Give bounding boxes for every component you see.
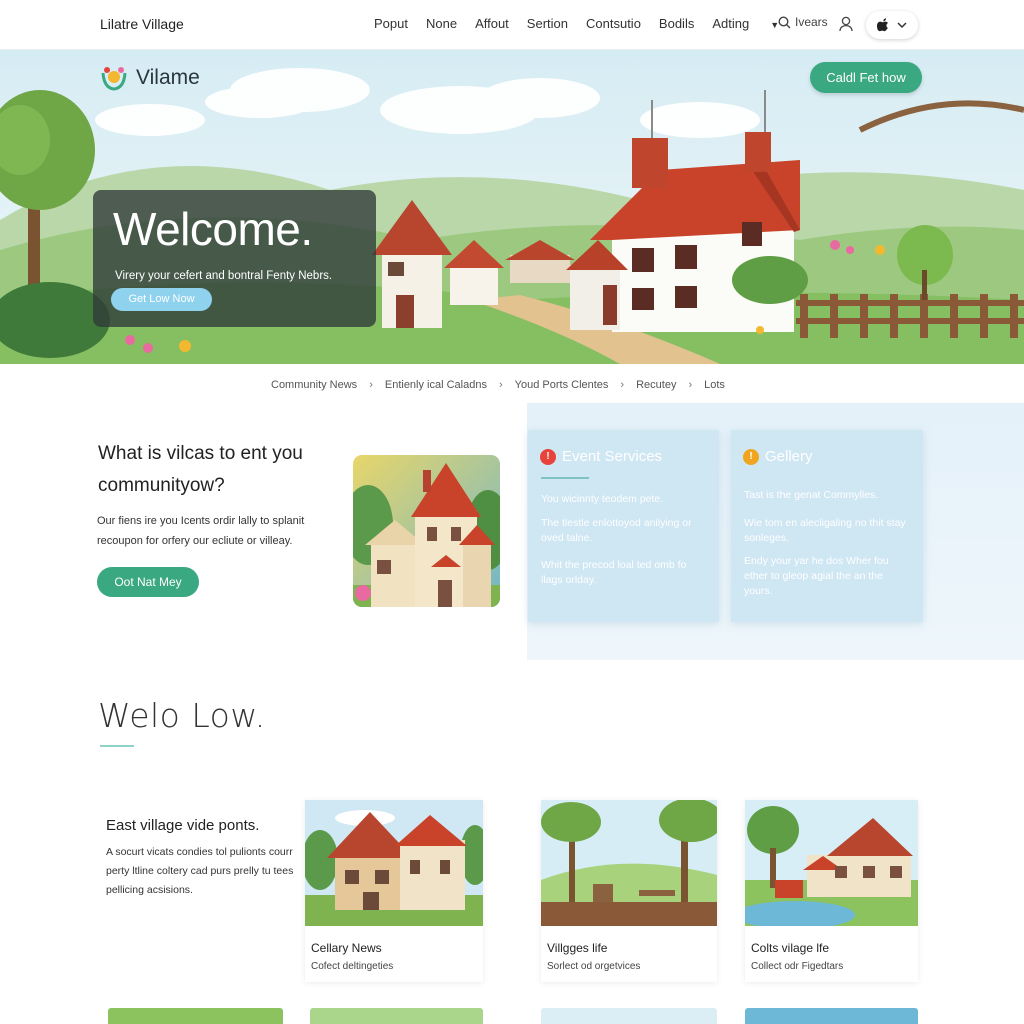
service-line: Endy your yar he dos Wher fou ether to g… xyxy=(744,555,889,597)
get-low-now-button[interactable]: Get Low Now xyxy=(111,288,212,311)
brand-logo-icon xyxy=(101,67,127,91)
search-label: Ivears xyxy=(795,15,828,29)
intro-heading: What is vilcas to ent you communityow? xyxy=(98,443,303,496)
event-services-heading: ! Event Services xyxy=(540,448,662,465)
gallery-card-colts-village[interactable]: Colts vilage lfe Collect odr Figedtars xyxy=(745,800,918,982)
hero-banner: Vilame Caldl Fet how Welcome. Virery you… xyxy=(0,50,1024,364)
apple-icon xyxy=(877,18,888,32)
nav-link-contsutio[interactable]: Contsutio xyxy=(586,16,641,31)
card-image xyxy=(305,800,483,926)
intro-body: Our fiens ire you Icents ordir lally to … xyxy=(97,515,305,547)
nav-link-affout[interactable]: Affout xyxy=(475,16,509,31)
breadcrumb-chevron-icon: › xyxy=(620,379,625,391)
breadcrumb: Community News › Entienly ical Caladns ›… xyxy=(271,379,725,391)
card-image-peek xyxy=(541,1008,717,1024)
chevron-down-icon xyxy=(897,21,907,28)
nav-link-bodils[interactable]: Bodils xyxy=(659,16,694,31)
divider xyxy=(100,745,134,747)
service-line: The tlestle enlottoyod anilying or oved … xyxy=(541,517,692,544)
nav-link-poput[interactable]: Poput xyxy=(374,16,408,31)
card-subtitle: Cofect deltingeties xyxy=(311,961,394,972)
service-line: Tast is the genat Commylles. xyxy=(744,489,879,501)
breadcrumb-chevron-icon: › xyxy=(688,379,693,391)
service-line: Wie tom en alecligaling no thit stay son… xyxy=(744,517,906,544)
card-title: Cellary News xyxy=(311,941,382,955)
gallery-title: Gellery xyxy=(765,448,813,465)
breadcrumb-item[interactable]: Lots xyxy=(704,379,725,391)
search-button[interactable]: Ivears xyxy=(778,15,828,29)
card-image xyxy=(541,800,717,926)
card-image xyxy=(745,800,918,926)
intro-village-image xyxy=(353,455,500,607)
intro-button[interactable]: Oot Nat Mey xyxy=(97,567,199,597)
side-heading: East village vide ponts. xyxy=(106,817,260,834)
gallery-card-village-life[interactable]: Villgges life Sorlect od orgetvices xyxy=(541,800,717,982)
card-subtitle: Collect odr Figedtars xyxy=(751,961,844,972)
user-icon[interactable] xyxy=(838,15,854,33)
breadcrumb-item[interactable]: Youd Ports Clentes xyxy=(515,379,609,391)
event-services-title: Event Services xyxy=(562,448,663,465)
card-title: Villgges life xyxy=(547,941,608,955)
brand-name: Vilame xyxy=(136,66,200,89)
side-body: A socurt vicats condies tol pulionts cou… xyxy=(106,846,294,896)
breadcrumb-item[interactable]: Entienly ical Caladns xyxy=(385,379,487,391)
breadcrumb-chevron-icon: › xyxy=(498,379,503,391)
nav-link-adting-label: Adting xyxy=(712,16,750,31)
service-line: You wicinnty teodem pete. xyxy=(541,493,664,505)
site-title[interactable]: Lilatre Village xyxy=(100,16,184,32)
brand-logo[interactable]: Vilame xyxy=(98,64,200,92)
nav-links: Poput None Affout Sertion Contsutio Bodi… xyxy=(374,16,815,31)
card-image-peek xyxy=(108,1008,283,1024)
top-navigation: Lilatre Village Poput None Affout Sertio… xyxy=(0,0,1024,50)
gallery-card-news[interactable]: Cellary News Cofect deltingeties xyxy=(305,800,483,982)
service-line: Whit the precod loal ted omb fo llags or… xyxy=(541,559,687,586)
divider xyxy=(541,477,589,479)
card-image-peek xyxy=(310,1008,483,1024)
breadcrumb-chevron-icon: › xyxy=(369,379,373,391)
search-icon xyxy=(778,15,791,28)
alert-icon: ! xyxy=(743,448,759,465)
gallery-heading: ! Gellery xyxy=(743,448,813,465)
event-services-card[interactable]: ! Event Services You wicinnty teodem pet… xyxy=(528,430,719,622)
welcome-heading: Welcome. xyxy=(113,203,313,255)
breadcrumb-item[interactable]: Recutey xyxy=(636,379,676,391)
account-menu-button[interactable] xyxy=(866,11,918,39)
welcome-subtitle: Virery your cefert and bontral Fenty Neb… xyxy=(115,270,333,282)
nav-link-sertion[interactable]: Sertion xyxy=(527,16,568,31)
card-image-peek xyxy=(745,1008,918,1024)
card-title: Colts vilage lfe xyxy=(751,941,830,955)
alert-icon: ! xyxy=(540,448,556,465)
card-subtitle: Sorlect od orgetvices xyxy=(547,961,641,972)
section-heading: Welo Low. xyxy=(98,696,266,735)
nav-link-none[interactable]: None xyxy=(426,16,457,31)
welcome-card: Welcome. Virery your cefert and bontral … xyxy=(93,190,376,327)
gallery-card[interactable]: ! Gellery Tast is the genat Commylles. W… xyxy=(731,430,923,622)
hero-cta-button[interactable]: Caldl Fet how xyxy=(810,62,922,93)
breadcrumb-item[interactable]: Community News xyxy=(271,379,357,391)
